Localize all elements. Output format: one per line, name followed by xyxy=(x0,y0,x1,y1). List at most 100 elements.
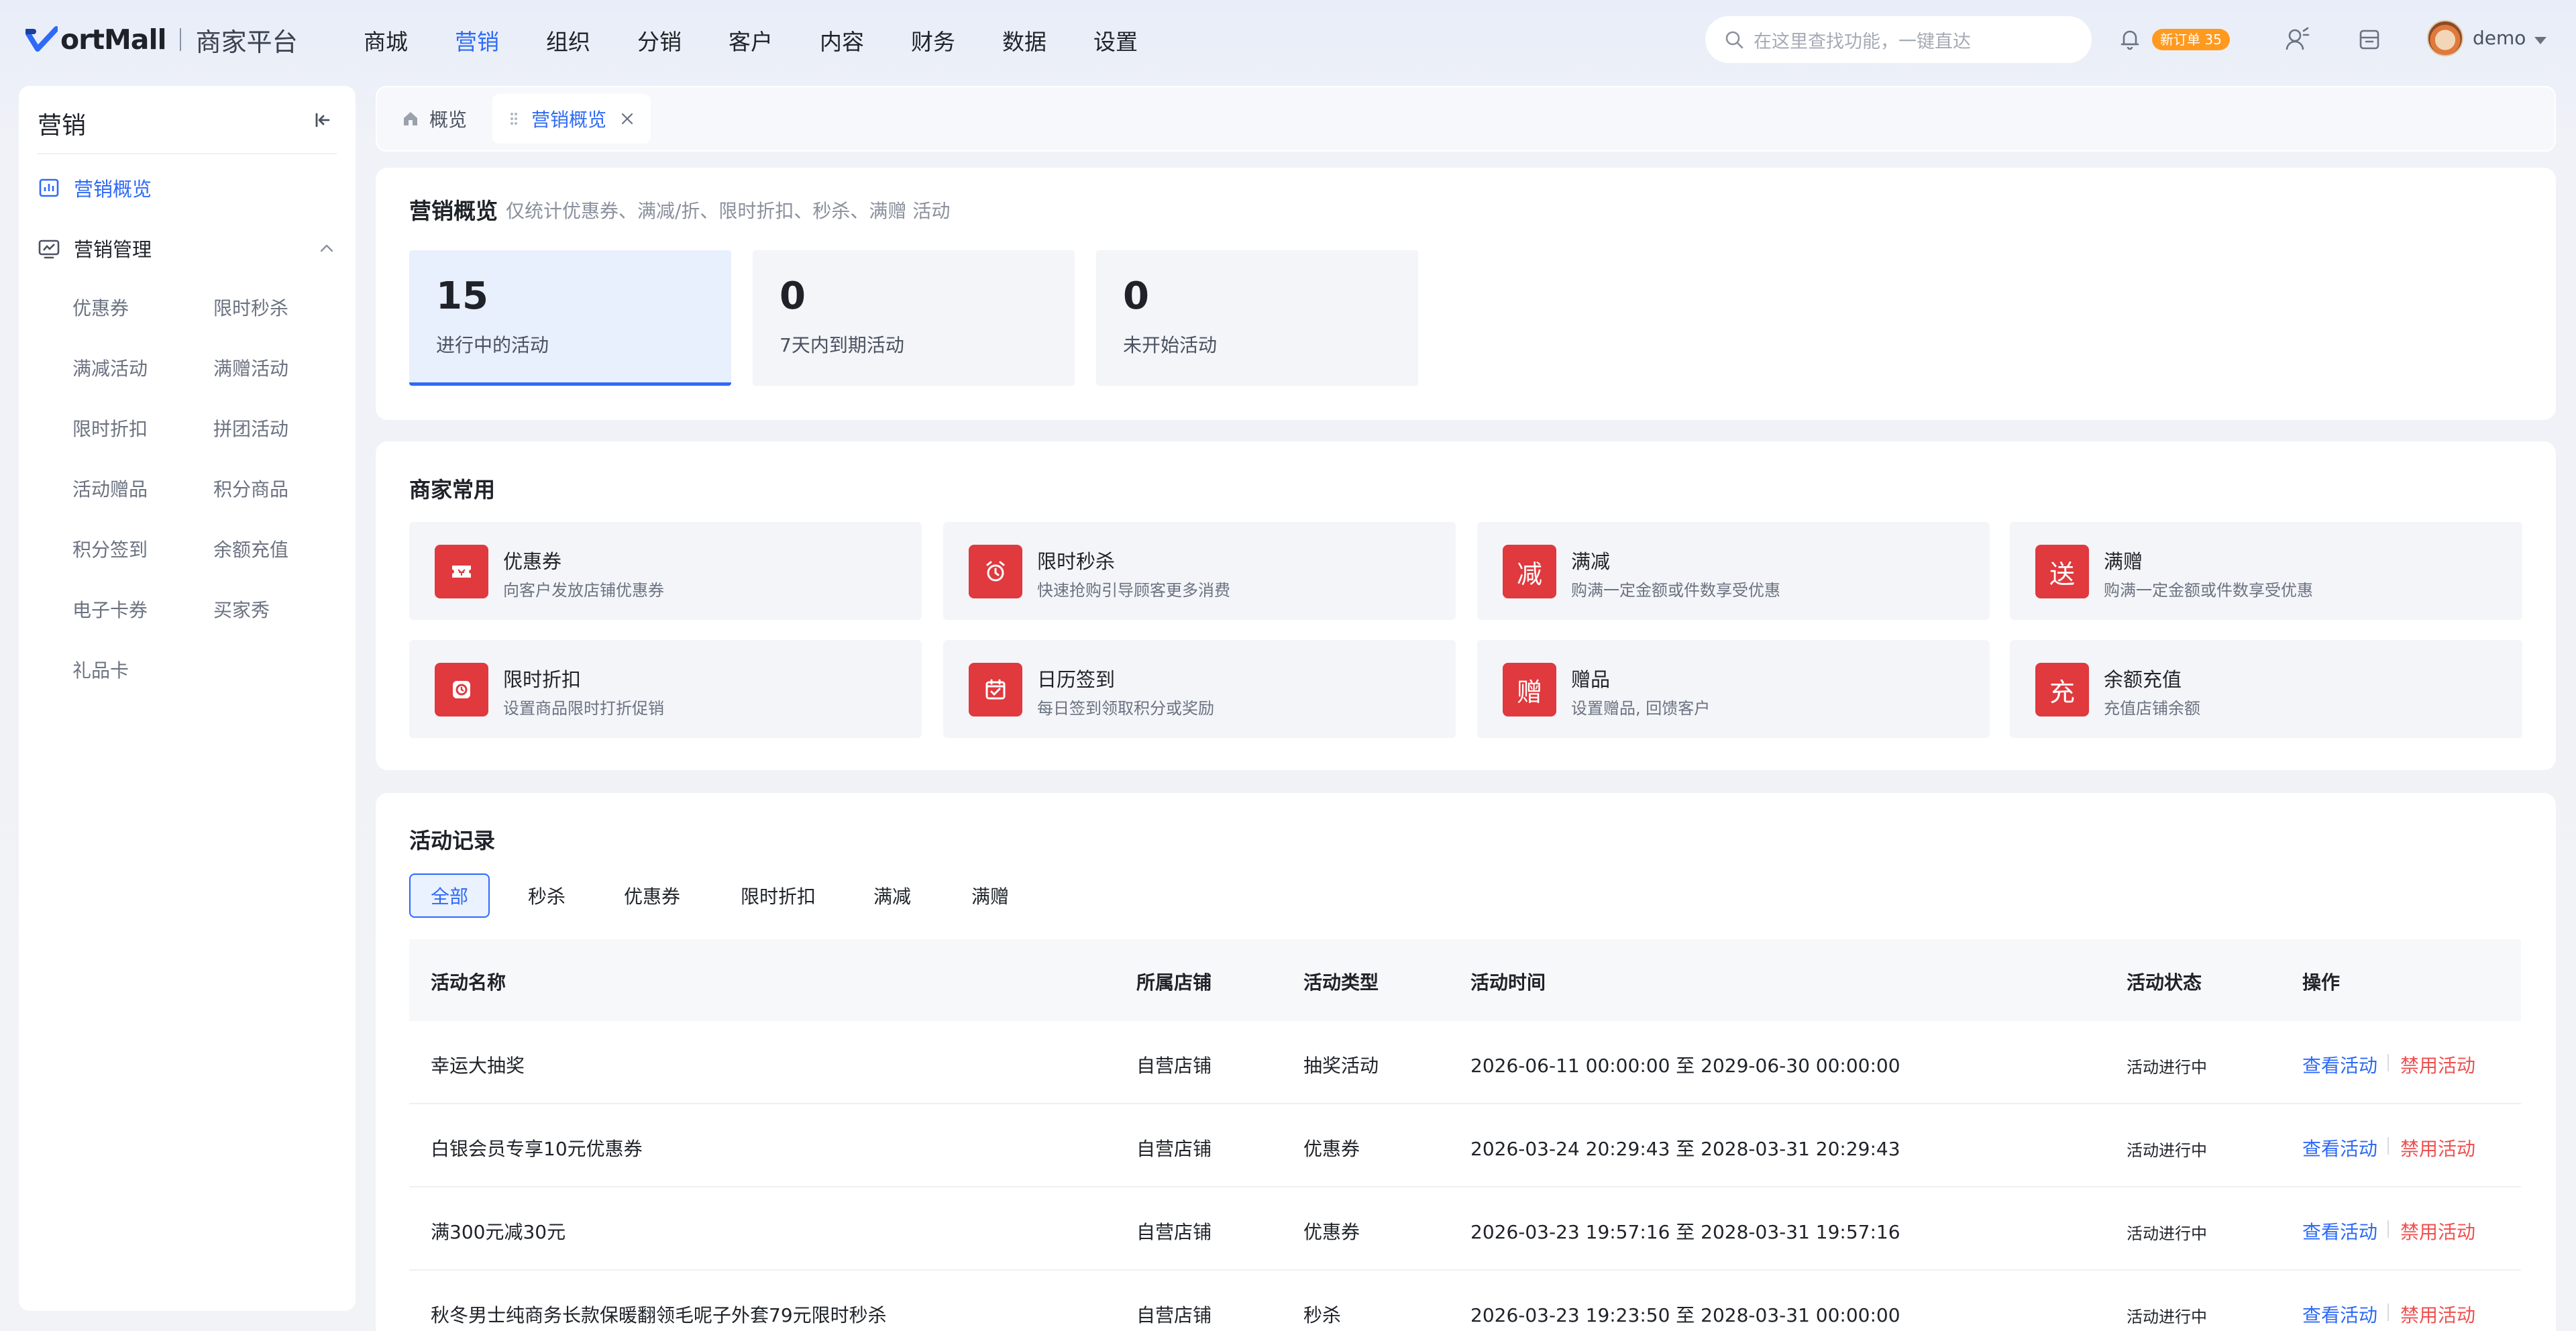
nav-item-content[interactable]: 内容 xyxy=(820,24,864,56)
bell-icon[interactable] xyxy=(2118,27,2142,51)
sidebar-subitem-full-reduction[interactable]: 满减活动 xyxy=(72,354,148,381)
song-char-icon: 送 xyxy=(2035,545,2089,598)
nav-item-distribution[interactable]: 分销 xyxy=(637,24,682,56)
view-activity-link[interactable]: 查看活动 xyxy=(2302,1051,2377,1078)
tile-desc: 购满一定金额或件数享受优惠 xyxy=(2104,581,2313,600)
nav-item-customers[interactable]: 客户 xyxy=(729,24,773,56)
logo[interactable]: ortMall 商家平台 xyxy=(24,23,298,57)
cell-type: 秒杀 xyxy=(1303,1304,1342,1326)
stat-label: 7天内到期活动 xyxy=(780,334,904,356)
brand-name: ortMall xyxy=(60,23,167,56)
chevron-down-icon[interactable] xyxy=(2534,37,2546,44)
nav-item-marketing[interactable]: 营销 xyxy=(455,24,499,56)
sidebar-subitem-gift-card[interactable]: 礼品卡 xyxy=(72,656,129,683)
nav-item-mall[interactable]: 商城 xyxy=(364,24,408,56)
search-input[interactable]: 在这里查找功能，一键直达 xyxy=(1705,16,2092,63)
filter-all[interactable]: 全部 xyxy=(409,873,490,918)
sidebar-subitem-coupon[interactable]: 优惠券 xyxy=(72,294,129,321)
tile-desc: 快速抢购引导顾客更多消费 xyxy=(1037,581,1230,600)
view-activity-link[interactable]: 查看活动 xyxy=(2302,1218,2377,1244)
cell-shop: 自营店铺 xyxy=(1136,1055,1212,1077)
disable-activity-link[interactable]: 禁用活动 xyxy=(2400,1051,2475,1078)
action-divider xyxy=(2387,1220,2389,1238)
tab-marketing-overview[interactable]: 营销概览 xyxy=(492,94,651,144)
overview-subtitle: 仅统计优惠券、满减/折、限时折扣、秒杀、满赠 活动 xyxy=(506,200,951,222)
calendar-check-icon xyxy=(969,663,1022,716)
nav-item-organization[interactable]: 组织 xyxy=(546,24,590,56)
sidebar-divider xyxy=(38,153,337,154)
tile-title: 限时折扣 xyxy=(503,668,582,691)
cell-time: 2026-03-23 19:57:16 至 2028-03-31 19:57:1… xyxy=(1470,1221,1900,1243)
cell-time: 2026-06-11 00:00:00 至 2029-06-30 00:00:0… xyxy=(1470,1055,1900,1077)
username[interactable]: demo xyxy=(2473,27,2526,49)
cell-status: 活动进行中 xyxy=(2127,1224,2207,1243)
stat-card-active[interactable]: 15 进行中的活动 xyxy=(409,250,731,386)
tile-full-reduction[interactable]: 减 满减 购满一定金额或件数享受优惠 xyxy=(1477,522,1990,620)
stat-card-expiring[interactable]: 0 7天内到期活动 xyxy=(753,250,1075,386)
tile-full-gift[interactable]: 送 满赠 购满一定金额或件数享受优惠 xyxy=(2010,522,2522,620)
sidebar-group-marketing[interactable]: 营销管理 xyxy=(38,235,337,262)
nav-item-data[interactable]: 数据 xyxy=(1002,24,1046,56)
disable-activity-link[interactable]: 禁用活动 xyxy=(2400,1134,2475,1161)
tab-overview[interactable]: 概览 xyxy=(385,94,483,144)
filter-full-reduction[interactable]: 满减 xyxy=(873,873,911,918)
store-icon[interactable] xyxy=(2356,25,2383,52)
close-icon[interactable] xyxy=(620,111,635,126)
tile-gift[interactable]: 赠 赠品 设置赠品, 回馈客户 xyxy=(1477,640,1990,738)
alarm-clock-icon xyxy=(969,545,1022,598)
tile-title: 满赠 xyxy=(2104,550,2143,573)
drag-handle-icon xyxy=(511,113,517,125)
sidebar-item-overview[interactable]: 营销概览 xyxy=(38,174,152,201)
sidebar-item-label: 营销概览 xyxy=(74,178,152,201)
view-activity-link[interactable]: 查看活动 xyxy=(2302,1301,2377,1328)
cell-type: 优惠券 xyxy=(1303,1221,1360,1243)
disable-activity-link[interactable]: 禁用活动 xyxy=(2400,1301,2475,1328)
nav-item-settings[interactable]: 设置 xyxy=(1093,24,1138,56)
sidebar-subitem-full-gift[interactable]: 满赠活动 xyxy=(213,354,288,381)
platform-name: 商家平台 xyxy=(195,27,298,57)
tile-title: 赠品 xyxy=(1571,668,1611,691)
cell-name: 秋冬男士纯商务长款保暖翻领毛呢子外套79元限时秒杀 xyxy=(431,1304,887,1326)
new-order-badge[interactable]: 新订单 35 xyxy=(2152,29,2230,50)
customer-service-icon[interactable] xyxy=(2284,25,2310,52)
tile-time-discount[interactable]: 限时折扣 设置商品限时打折促销 xyxy=(409,640,922,738)
tile-coupon[interactable]: 优惠券 向客户发放店铺优惠券 xyxy=(409,522,922,620)
page-tabs-bar xyxy=(376,86,2556,152)
sidebar-title: 营销 xyxy=(38,112,87,140)
main-nav: 商城 营销 组织 分销 客户 内容 财务 数据 设置 xyxy=(364,20,1185,60)
disable-activity-link[interactable]: 禁用活动 xyxy=(2400,1218,2475,1244)
tab-label: 营销概览 xyxy=(531,109,607,131)
cell-time: 2026-03-23 19:23:50 至 2028-03-31 00:00:0… xyxy=(1470,1304,1900,1326)
filter-full-gift[interactable]: 满赠 xyxy=(971,873,1009,918)
cell-status: 活动进行中 xyxy=(2127,1058,2207,1077)
stat-card-not-started[interactable]: 0 未开始活动 xyxy=(1096,250,1418,386)
filter-time-discount[interactable]: 限时折扣 xyxy=(741,873,816,918)
sidebar-subitem-flash-sale[interactable]: 限时秒杀 xyxy=(213,294,288,321)
tile-balance-topup[interactable]: 充 余额充值 充值店铺余额 xyxy=(2010,640,2522,738)
nav-item-finance[interactable]: 财务 xyxy=(911,24,955,56)
sidebar-subitem-group-buy[interactable]: 拼团活动 xyxy=(213,415,288,441)
chong-char-icon: 充 xyxy=(2035,663,2089,716)
ticket-icon xyxy=(435,545,488,598)
search-icon xyxy=(1725,31,1743,49)
column-header-status: 活动状态 xyxy=(2127,971,2202,994)
cell-shop: 自营店铺 xyxy=(1136,1138,1212,1160)
collapse-sidebar-icon[interactable] xyxy=(313,110,333,130)
sidebar-subitem-points-checkin[interactable]: 积分签到 xyxy=(72,535,148,562)
sidebar-subitem-e-card[interactable]: 电子卡券 xyxy=(72,596,148,623)
view-activity-link[interactable]: 查看活动 xyxy=(2302,1134,2377,1161)
sidebar-subitem-buyer-show[interactable]: 买家秀 xyxy=(213,596,270,623)
filter-coupon[interactable]: 优惠券 xyxy=(624,873,680,918)
cell-name: 幸运大抽奖 xyxy=(431,1055,525,1077)
tile-title: 满减 xyxy=(1571,550,1611,573)
sidebar-subitem-activity-gift[interactable]: 活动赠品 xyxy=(72,475,148,502)
tile-calendar-checkin[interactable]: 日历签到 每日签到领取积分或奖励 xyxy=(943,640,1456,738)
tile-flash-sale[interactable]: 限时秒杀 快速抢购引导顾客更多消费 xyxy=(943,522,1456,620)
sidebar-subitem-balance-topup[interactable]: 余额充值 xyxy=(213,535,288,562)
sidebar-subitem-points-goods[interactable]: 积分商品 xyxy=(213,475,288,502)
sidebar-subitem-time-discount[interactable]: 限时折扣 xyxy=(72,415,148,441)
overview-title: 营销概览 xyxy=(409,198,498,224)
filter-flash-sale[interactable]: 秒杀 xyxy=(528,873,566,918)
stat-label: 未开始活动 xyxy=(1123,334,1218,356)
user-avatar[interactable] xyxy=(2427,20,2463,56)
